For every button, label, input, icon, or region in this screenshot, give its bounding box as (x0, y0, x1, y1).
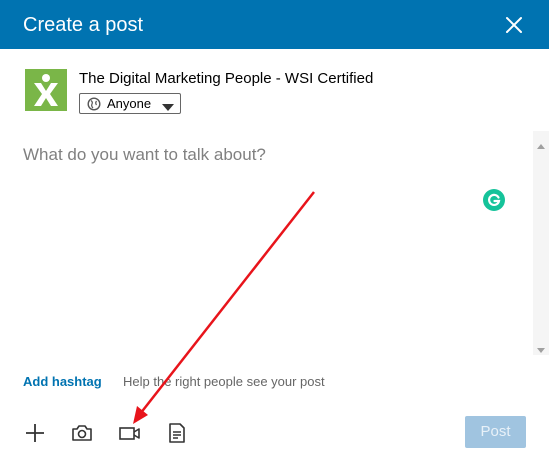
add-hashtag-link[interactable]: Add hashtag (23, 374, 102, 389)
close-icon[interactable] (502, 13, 526, 37)
caret-down-icon (162, 100, 174, 111)
post-button[interactable]: Post (465, 416, 526, 448)
post-text-editor[interactable]: What do you want to talk about? (23, 143, 518, 348)
editor-placeholder: What do you want to talk about? (23, 145, 266, 164)
video-icon[interactable] (118, 421, 142, 445)
camera-icon[interactable] (70, 421, 94, 445)
editor-scrollbar[interactable] (533, 131, 549, 355)
company-logo (25, 69, 67, 111)
modal-title: Create a post (23, 14, 144, 36)
grammarly-icon[interactable] (483, 189, 505, 211)
modal-header: Create a post (0, 0, 549, 49)
visibility-dropdown[interactable]: Anyone (79, 93, 181, 114)
plus-icon[interactable] (23, 421, 47, 445)
hashtag-help-text: Help the right people see your post (123, 374, 325, 389)
hashtag-row: Add hashtag Help the right people see yo… (23, 374, 325, 390)
document-icon[interactable] (165, 421, 189, 445)
scroll-up-icon[interactable] (537, 136, 545, 154)
scroll-down-icon[interactable] (537, 341, 545, 359)
globe-icon (87, 97, 101, 111)
author-name: The Digital Marketing People - WSI Certi… (79, 70, 374, 87)
visibility-label: Anyone (107, 96, 152, 111)
